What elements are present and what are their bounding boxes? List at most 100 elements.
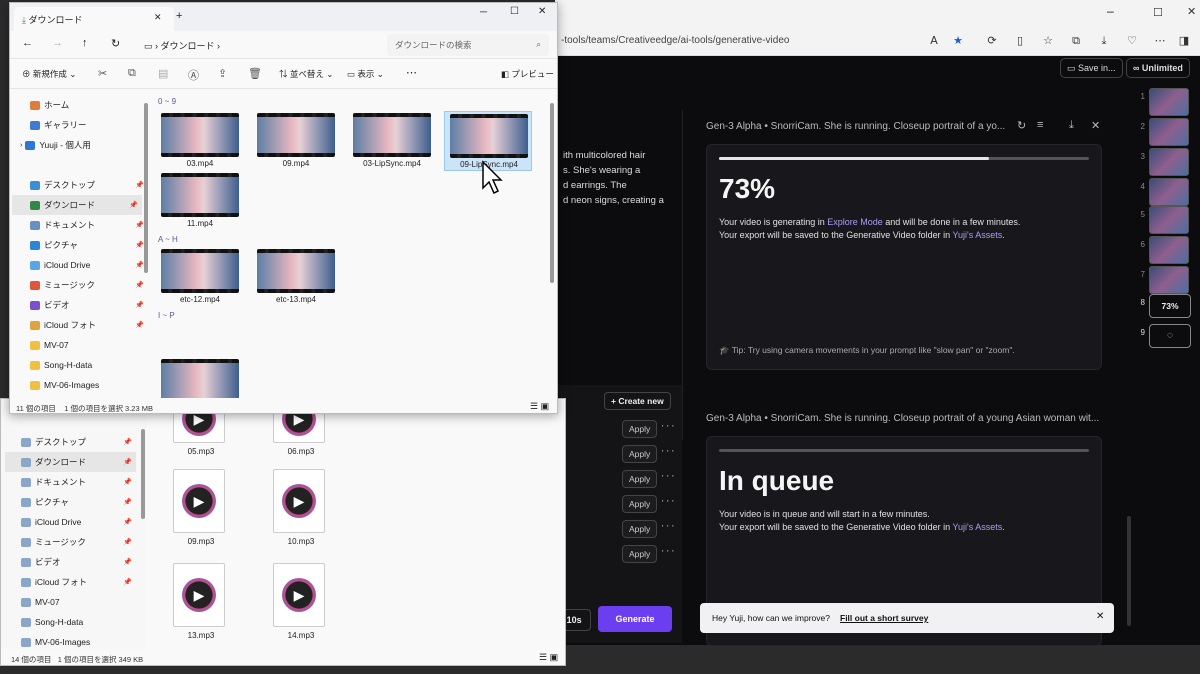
maximize-icon[interactable]: ☐ [510,6,519,17]
file-item[interactable]: 11.mp4 [156,171,244,231]
nav-item[interactable]: Song-H-data [30,355,148,375]
scrollbar[interactable] [141,429,145,519]
search-input[interactable]: ダウンロードの検索 ⌕ [387,34,549,56]
nav-item[interactable]: MV-07 [30,335,148,355]
file-item[interactable]: ▶ 14.mp3 [273,563,329,653]
thumbnail[interactable] [1149,148,1189,176]
nav-item[interactable]: ミュージック 📌 [30,275,148,295]
close-icon[interactable]: ✕ [538,6,546,17]
close-generation-icon[interactable]: ✕ [1091,119,1100,132]
file-item[interactable]: etc-12.mp4 [156,247,244,307]
nav-item[interactable]: ギャラリー [30,115,148,135]
download-icon[interactable]: ⤓ [1069,119,1074,132]
nav-item[interactable]: iCloud Drive 📌 [21,512,136,532]
nav-item[interactable]: MV-07 [21,592,136,612]
assets-link[interactable]: Yuji's Assets [952,230,1002,240]
nav-item[interactable]: MV-06-Images [21,632,136,652]
apply-button[interactable]: Apply [622,545,658,563]
refresh-icon[interactable]: ↻ [1017,119,1026,132]
file-item[interactable] [156,357,244,398]
view-button[interactable]: ▭ 表示 ⌄ [347,68,384,80]
nav-item[interactable]: ダウンロード 📌 [5,452,136,472]
nav-item[interactable]: ドキュメント 📌 [30,215,148,235]
more-icon[interactable]: ··· [660,447,675,457]
file-item[interactable]: 09.mp4 [252,111,340,171]
apply-button[interactable]: Apply [622,495,658,513]
share-icon[interactable]: ⇪ [218,67,227,80]
minimize-icon[interactable]: ─ [1107,6,1114,19]
nav-item[interactable]: iCloud Drive 📌 [30,255,148,275]
more-icon[interactable]: ··· [660,497,675,507]
close-feedback-icon[interactable]: ✕ [1096,611,1104,622]
minimize-icon[interactable]: ─ [480,7,487,18]
back-arrow-icon[interactable]: ← [22,37,33,49]
survey-link[interactable]: Fill out a short survey [840,613,928,623]
nav-item[interactable]: Song-H-data [21,612,136,632]
timeline-progress[interactable]: 73% [1149,294,1191,318]
explore-mode-link[interactable]: Explore Mode [827,217,883,227]
breadcrumb[interactable]: ▭ › ダウンロード › [138,34,378,56]
assets-link[interactable]: Yuji's Assets [952,522,1002,532]
file-item[interactable]: etc-13.mp4 [252,247,340,307]
thumbnail[interactable] [1149,118,1189,146]
nav-item[interactable]: ドキュメント 📌 [21,472,136,492]
refresh-icon[interactable]: ↻ [111,37,120,50]
more-icon[interactable]: ··· [660,522,675,532]
downloads-icon[interactable]: ⤓ [1097,34,1111,48]
file-item[interactable]: 03.mp4 [156,111,244,171]
nav-item[interactable]: ホーム [30,95,148,115]
sidebar-icon[interactable]: ◨ [1177,34,1191,48]
performance-icon[interactable]: ♡ [1125,34,1139,48]
details-view-icon[interactable]: ☰ ▣ [539,652,558,663]
unlimited-button[interactable]: ∞ Unlimited [1126,58,1190,78]
paste-icon[interactable]: ▤ [158,67,168,80]
more-icon[interactable]: ··· [660,472,675,482]
apply-button[interactable]: Apply [622,520,658,538]
thumbnail[interactable] [1149,178,1189,206]
copy-icon[interactable]: ⧉ [128,67,136,80]
apply-button[interactable]: Apply [622,420,658,438]
nav-item[interactable]: iCloud フォト 📌 [30,315,148,335]
delete-icon[interactable]: 🗑 [248,67,262,80]
new-tab-icon[interactable]: + [176,10,182,22]
nav-item[interactable]: ダウンロード 📌 [12,195,142,215]
new-button[interactable]: ⊕ 新規作成 ⌄ [22,68,76,80]
maximize-icon[interactable]: ☐ [1153,6,1163,19]
save-in-button[interactable]: ▭ Save in... [1060,58,1123,78]
forward-arrow-icon[interactable]: → [52,37,63,49]
tab-downloads[interactable]: ⤓ ダウンロード ✕ [14,7,174,31]
more-icon[interactable]: ⋯ [406,66,417,79]
generate-button[interactable]: Generate [598,606,672,632]
more-icon[interactable]: ⋯ [1153,34,1167,48]
nav-item[interactable]: ビデオ 📌 [30,295,148,315]
nav-item[interactable]: › Yuuji - 個人用 [20,135,138,155]
close-icon[interactable]: ✕ [1187,5,1196,18]
split-screen-icon[interactable]: ▯ [1013,34,1027,48]
nav-item[interactable]: ピクチャ 📌 [21,492,136,512]
nav-item[interactable]: ミュージック 📌 [21,532,136,552]
file-item[interactable]: ▶ 13.mp3 [173,563,229,653]
address-bar[interactable]: -tools/teams/Creativeedge/ai-tools/gener… [555,30,935,52]
up-arrow-icon[interactable]: ↑ [82,37,88,49]
thumbnail[interactable] [1149,266,1189,294]
file-item[interactable]: 03-LipSync.mp4 [348,111,436,171]
nav-item[interactable]: デスクトップ 📌 [21,432,136,452]
thumbnail[interactable] [1149,88,1189,116]
more-icon[interactable]: ··· [660,547,675,557]
nav-item[interactable]: iCloud フォト 📌 [21,572,136,592]
details-view-icon[interactable]: ☰ ▣ [530,401,549,412]
nav-item[interactable]: MV-06-Images [30,375,148,395]
nav-item[interactable]: ピクチャ 📌 [30,235,148,255]
more-icon[interactable]: ··· [660,422,675,432]
apply-button[interactable]: Apply [622,445,658,463]
nav-item[interactable]: デスクトップ 📌 [30,175,148,195]
rename-icon[interactable]: Ⓐ [188,67,199,83]
close-tab-icon[interactable]: ✕ [154,12,162,23]
apply-button[interactable]: Apply [622,470,658,488]
extension-icon[interactable]: ⟳ [985,34,999,48]
sort-button[interactable]: ⇅ 並べ替え ⌄ [279,68,333,80]
scrollbar[interactable] [1127,516,1131,626]
reader-icon[interactable]: A [927,34,941,48]
favorites-icon[interactable]: ☆ [1041,34,1055,48]
collections-icon[interactable]: ⧉ [1069,34,1083,48]
